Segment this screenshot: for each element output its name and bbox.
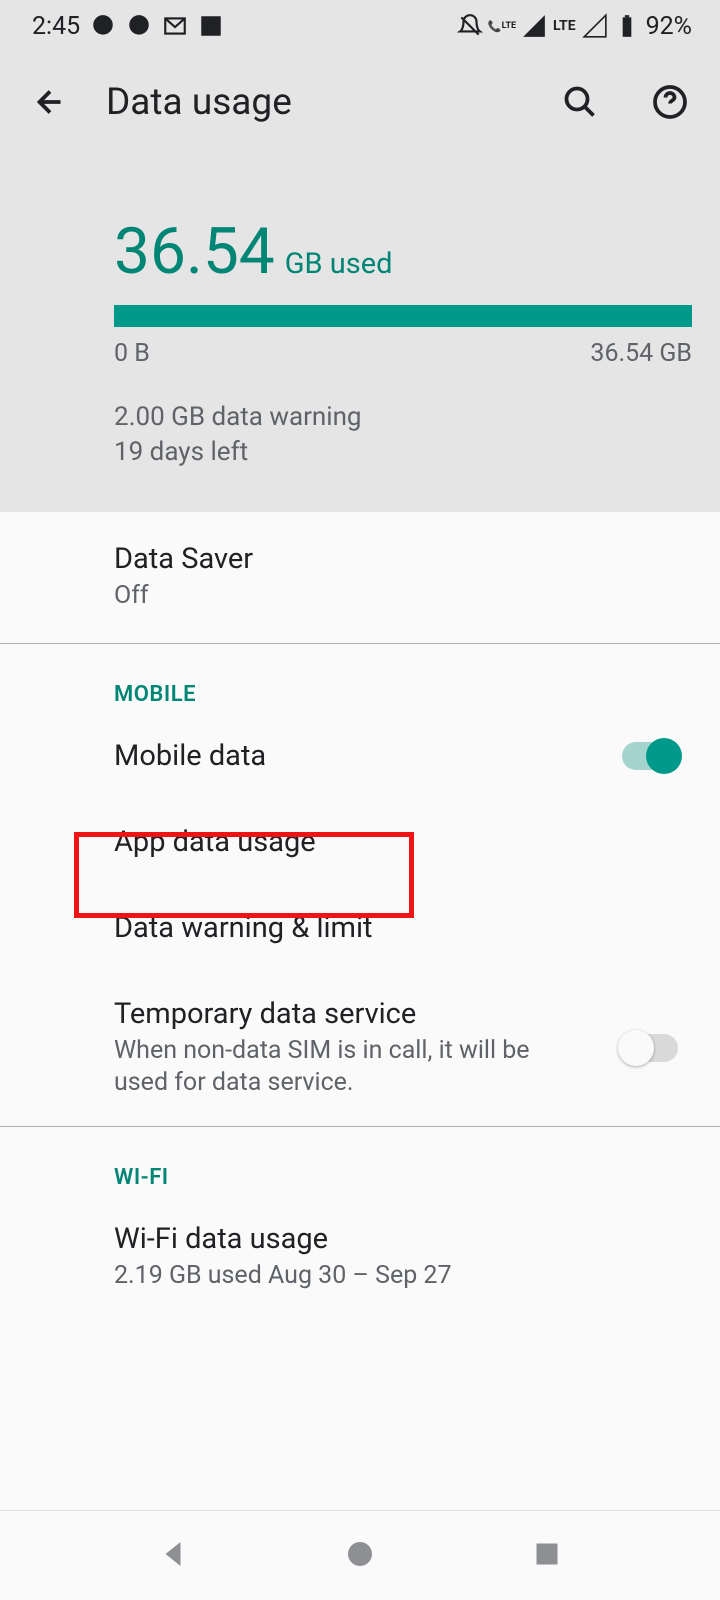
app-data-usage-item[interactable]: App data usage <box>0 799 720 885</box>
data-saver-status: Off <box>114 580 692 613</box>
messenger-icon <box>90 13 116 39</box>
signal-icon-2 <box>582 13 608 39</box>
wifi-data-usage-item[interactable]: Wi-Fi data usage 2.19 GB used Aug 30 – S… <box>0 1196 720 1319</box>
battery-percent: 92% <box>646 12 692 41</box>
usb-icon <box>198 13 224 39</box>
dnd-icon <box>457 13 483 39</box>
lte-call-icon: 📞LTE <box>489 13 515 39</box>
app-data-usage-title: App data usage <box>114 825 692 859</box>
lte-label: LTE <box>553 18 576 34</box>
usage-max: 36.54 GB <box>590 339 692 368</box>
data-warning-limit-title: Data warning & limit <box>114 911 692 945</box>
divider <box>0 1126 720 1127</box>
wifi-usage-title: Wi-Fi data usage <box>114 1222 692 1256</box>
status-time: 2:45 <box>32 12 80 41</box>
usage-summary: 36.54 GB used 0 B 36.54 GB 2.00 GB data … <box>0 152 720 512</box>
page-title: Data usage <box>106 81 524 124</box>
usage-min: 0 B <box>114 339 150 368</box>
app-header: Data usage <box>0 52 720 152</box>
temp-service-desc: When non-data SIM is in call, it will be… <box>114 1035 574 1100</box>
search-button[interactable] <box>558 80 602 124</box>
nav-home-button[interactable] <box>342 1536 378 1576</box>
data-saver-item[interactable]: Data Saver Off <box>0 512 720 643</box>
messenger-icon-2 <box>126 13 152 39</box>
gmail-icon <box>162 13 188 39</box>
battery-icon <box>614 13 640 39</box>
mobile-data-item[interactable]: Mobile data <box>0 713 720 799</box>
signal-icon-1 <box>521 13 547 39</box>
mobile-data-toggle[interactable] <box>622 742 678 770</box>
data-warning-text: 2.00 GB data warning <box>114 400 692 435</box>
temp-service-toggle[interactable] <box>622 1034 678 1062</box>
navigation-bar <box>0 1510 720 1600</box>
status-bar: 2:45 📞LTE LTE 92% <box>0 0 720 52</box>
mobile-section-header: MOBILE <box>0 644 720 713</box>
help-button[interactable] <box>648 80 692 124</box>
days-left-text: 19 days left <box>114 435 692 470</box>
usage-progress-bar <box>114 305 692 327</box>
usage-unit: GB used <box>285 247 393 281</box>
temporary-data-service-item[interactable]: Temporary data service When non-data SIM… <box>0 971 720 1126</box>
usage-amount: 36.54 <box>114 214 275 289</box>
nav-recent-button[interactable] <box>529 1536 565 1576</box>
wifi-section-header: WI-FI <box>0 1127 720 1196</box>
divider <box>0 643 720 644</box>
mobile-data-title: Mobile data <box>114 739 622 773</box>
temp-service-title: Temporary data service <box>114 997 622 1031</box>
back-button[interactable] <box>28 80 72 124</box>
wifi-usage-sub: 2.19 GB used Aug 30 – Sep 27 <box>114 1260 692 1293</box>
nav-back-button[interactable] <box>155 1536 191 1576</box>
data-saver-title: Data Saver <box>114 542 692 576</box>
data-warning-limit-item[interactable]: Data warning & limit <box>0 885 720 971</box>
